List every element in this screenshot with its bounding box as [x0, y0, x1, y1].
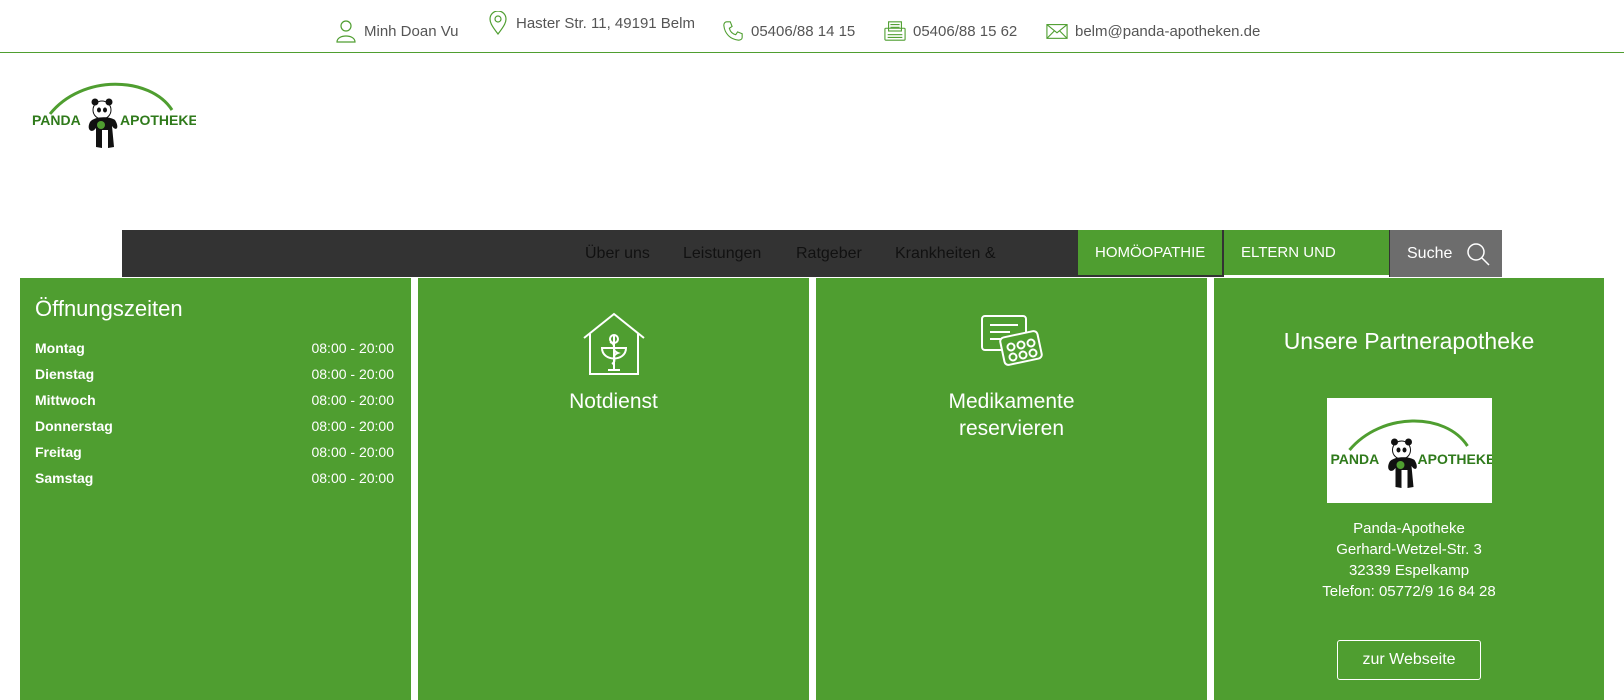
site-logo[interactable]: PANDA APOTHEKE [32, 80, 198, 150]
contact-phone-number[interactable]: 05406/88 14 15 [751, 23, 855, 40]
hours-row: Dienstag 08:00 - 20:00 [35, 366, 394, 392]
hours-time: 08:00 - 20:00 [311, 366, 394, 382]
hours-time: 08:00 - 20:00 [311, 444, 394, 460]
opening-hours-panel: Öffnungszeiten Montag 08:00 - 20:00 Dien… [20, 278, 411, 700]
hours-row: Freitag 08:00 - 20:00 [35, 444, 394, 470]
nav-item-eltern[interactable]: ELTERN UND [1224, 230, 1389, 277]
partner-website-button[interactable]: zur Webseite [1337, 640, 1481, 680]
nav-item-krankheiten[interactable]: Krankheiten & [895, 230, 996, 277]
partner-pharmacy-panel: Unsere Partnerapotheke PANDA APOTHEKE Pa… [1214, 278, 1604, 700]
partner-city: 32339 Espelkamp [1348, 562, 1470, 579]
hours-time: 08:00 - 20:00 [311, 418, 394, 434]
prescription-pills-icon [980, 315, 1043, 366]
pharmacy-house-icon [582, 312, 645, 375]
panda-logo-icon: PANDA APOTHEKE [1331, 419, 1495, 488]
hours-day: Donnerstag [35, 418, 113, 434]
hours-time: 08:00 - 20:00 [311, 470, 394, 486]
map-pin-icon [489, 11, 507, 35]
hours-row: Mittwoch 08:00 - 20:00 [35, 392, 394, 418]
opening-hours-title: Öffnungszeiten [35, 296, 183, 321]
hours-day: Mittwoch [35, 392, 96, 408]
hours-day: Montag [35, 340, 85, 356]
hours-row: Montag 08:00 - 20:00 [35, 340, 394, 366]
nav-item-ratgeber[interactable]: Ratgeber [796, 230, 862, 277]
partner-street: Gerhard-Wetzel-Str. 3 [1336, 541, 1482, 558]
logo-text-left: PANDA [32, 112, 81, 128]
partner-name: Panda-Apotheke [1353, 520, 1465, 537]
notdienst-tile[interactable]: Notdienst [418, 278, 809, 700]
nav-item-ueber-uns[interactable]: Über uns [585, 230, 650, 277]
main-navigation: Über uns Leistungen Ratgeber Krankheiten… [122, 230, 1502, 277]
contact-email-address[interactable]: belm@panda-apotheken.de [1075, 23, 1260, 40]
logo-text-right: APOTHEKE [120, 112, 196, 128]
panda-figure [88, 98, 118, 148]
partner-logo-text-right: APOTHEKE [1418, 451, 1493, 467]
search-icon [1467, 242, 1490, 266]
medikamente-tile[interactable]: Medikamente reservieren [816, 278, 1207, 700]
notdienst-label: Notdienst [569, 390, 658, 413]
contact-phone[interactable]: 05406/88 14 15 [722, 16, 855, 46]
contact-address: Haster Str. 11, 49191 Belm [487, 8, 695, 38]
phone-icon [723, 21, 743, 41]
contact-fax-number: 05406/88 15 62 [913, 22, 1018, 40]
panda-logo-icon: PANDA APOTHEKE [32, 82, 198, 148]
partner-title: Unsere Partnerapotheke [1283, 328, 1535, 354]
top-contact-bar: Minh Doan Vu Haster Str. 11, 49191 Belm … [0, 0, 1624, 53]
nav-item-leistungen[interactable]: Leistungen [683, 230, 761, 277]
search-button[interactable]: Suche [1390, 230, 1502, 277]
hours-row: Donnerstag 08:00 - 20:00 [35, 418, 394, 444]
medikamente-label-line2: reservieren [958, 417, 1065, 440]
hours-row: Samstag 08:00 - 20:00 [35, 470, 394, 496]
nav-item-homoeopathie[interactable]: HOMÖOPATHIE [1078, 230, 1222, 275]
partner-logo-text-left: PANDA [1331, 451, 1380, 467]
contact-fax: 05406/88 15 62 [884, 16, 1017, 46]
user-icon [336, 20, 356, 43]
hours-time: 08:00 - 20:00 [311, 392, 394, 408]
partner-address: Panda-Apotheke Gerhard-Wetzel-Str. 3 323… [1214, 518, 1604, 602]
medikamente-label-line1: Medikamente [948, 390, 1075, 413]
opening-hours-list: Montag 08:00 - 20:00 Dienstag 08:00 - 20… [35, 340, 394, 496]
hours-day: Freitag [35, 444, 82, 460]
partner-logo[interactable]: PANDA APOTHEKE [1327, 398, 1495, 503]
contact-user: Minh Doan Vu [335, 16, 459, 46]
search-label: Suche [1407, 245, 1453, 262]
contact-user-name: Minh Doan Vu [364, 22, 459, 40]
partner-phone[interactable]: Telefon: 05772/9 16 84 28 [1214, 581, 1604, 602]
mail-icon [1046, 24, 1068, 39]
hours-time: 08:00 - 20:00 [311, 340, 394, 356]
panda-figure [1388, 438, 1417, 488]
contact-email[interactable]: belm@panda-apotheken.de [1046, 16, 1260, 46]
fax-icon [884, 21, 906, 41]
hours-day: Dienstag [35, 366, 95, 382]
hours-day: Samstag [35, 470, 94, 486]
contact-address-text: Haster Str. 11, 49191 Belm [516, 14, 695, 32]
medikamente-label: Medikamente reservieren [816, 388, 1207, 442]
